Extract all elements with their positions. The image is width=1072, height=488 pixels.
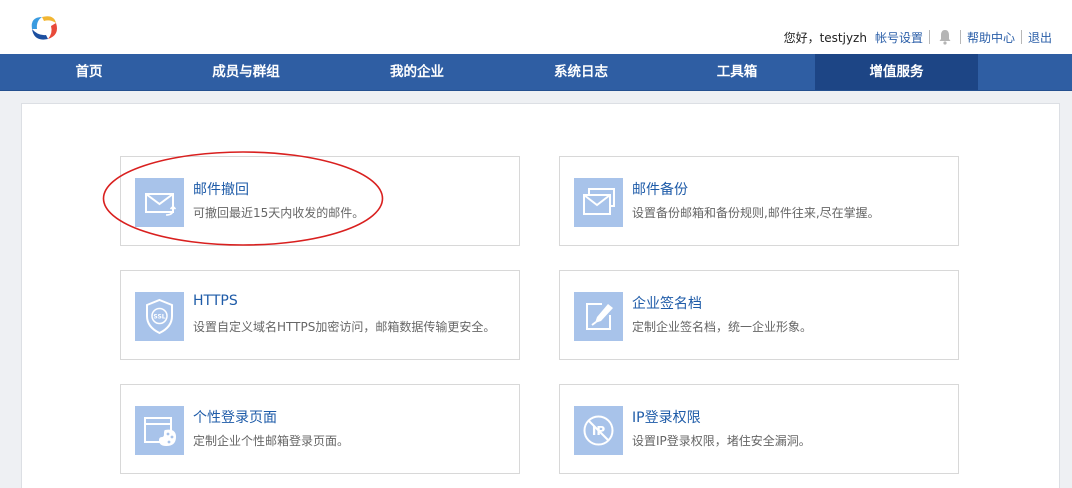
service-card-mail-recall[interactable]: 邮件撤回 可撤回最近15天内收发的邮件。 bbox=[120, 156, 520, 246]
card-description: 设置备份邮箱和备份规则,邮件往来,尽在掌握。 bbox=[632, 206, 880, 220]
help-center-link[interactable]: 帮助中心 bbox=[967, 29, 1015, 46]
company-logo[interactable] bbox=[22, 9, 68, 45]
nav-item-members-groups[interactable]: 成员与群组 bbox=[157, 54, 335, 90]
service-card-ip-login-permission[interactable]: IP IP登录权限 设置IP登录权限，堵住安全漏洞。 bbox=[559, 384, 959, 474]
bell-icon[interactable] bbox=[938, 29, 952, 45]
card-description: 可撤回最近15天内收发的邮件。 bbox=[193, 206, 365, 220]
card-title: HTTPS bbox=[193, 293, 238, 309]
card-title: IP登录权限 bbox=[632, 410, 701, 426]
card-title: 邮件撤回 bbox=[193, 182, 249, 198]
divider bbox=[959, 30, 961, 44]
card-description: 定制企业签名档，统一企业形象。 bbox=[632, 320, 813, 334]
card-description: 定制企业个性邮箱登录页面。 bbox=[193, 434, 350, 448]
account-settings-link[interactable]: 帐号设置 bbox=[875, 29, 923, 46]
card-description: 设置自定义域名HTTPS加密访问，邮箱数据传输更安全。 bbox=[193, 320, 496, 334]
service-card-custom-login-page[interactable]: 个性登录页面 定制企业个性邮箱登录页面。 bbox=[120, 384, 520, 474]
card-title: 个性登录页面 bbox=[193, 410, 277, 426]
divider bbox=[928, 30, 930, 44]
nav-item-my-enterprise[interactable]: 我的企业 bbox=[328, 54, 506, 90]
service-card-enterprise-signature[interactable]: 企业签名档 定制企业签名档，统一企业形象。 bbox=[559, 270, 959, 360]
signature-pen-icon bbox=[574, 292, 623, 341]
nav-item-value-added-services[interactable]: 增值服务 bbox=[815, 54, 978, 90]
nav-item-system-log[interactable]: 系统日志 bbox=[492, 54, 670, 90]
card-description: 设置IP登录权限，堵住安全漏洞。 bbox=[632, 434, 811, 448]
nav-item-toolbox[interactable]: 工具箱 bbox=[648, 54, 826, 90]
logout-link[interactable]: 退出 bbox=[1028, 29, 1052, 46]
svg-text:SSL: SSL bbox=[153, 314, 165, 321]
divider bbox=[1020, 30, 1022, 44]
mail-recall-icon bbox=[135, 178, 184, 227]
card-title: 邮件备份 bbox=[632, 182, 688, 198]
greeting-text: 您好，testjyzh bbox=[783, 30, 867, 45]
login-page-palette-icon bbox=[135, 406, 184, 455]
main-nav: 首页 成员与群组 我的企业 系统日志 工具箱 增值服务 bbox=[0, 54, 1072, 91]
mail-backup-icon bbox=[574, 178, 623, 227]
ip-restrict-icon: IP bbox=[574, 406, 623, 455]
card-title: 企业签名档 bbox=[632, 296, 702, 312]
user-area: 您好，testjyzh 帐号设置 帮助中心 退出 bbox=[784, 28, 1052, 46]
service-card-https[interactable]: SSL HTTPS 设置自定义域名HTTPS加密访问，邮箱数据传输更安全。 bbox=[120, 270, 520, 360]
nav-item-home[interactable]: 首页 bbox=[0, 54, 178, 90]
service-card-mail-backup[interactable]: 邮件备份 设置备份邮箱和备份规则,邮件往来,尽在掌握。 bbox=[559, 156, 959, 246]
ssl-shield-icon: SSL bbox=[135, 292, 184, 341]
top-bar: 您好，testjyzh 帐号设置 帮助中心 退出 bbox=[0, 0, 1072, 54]
